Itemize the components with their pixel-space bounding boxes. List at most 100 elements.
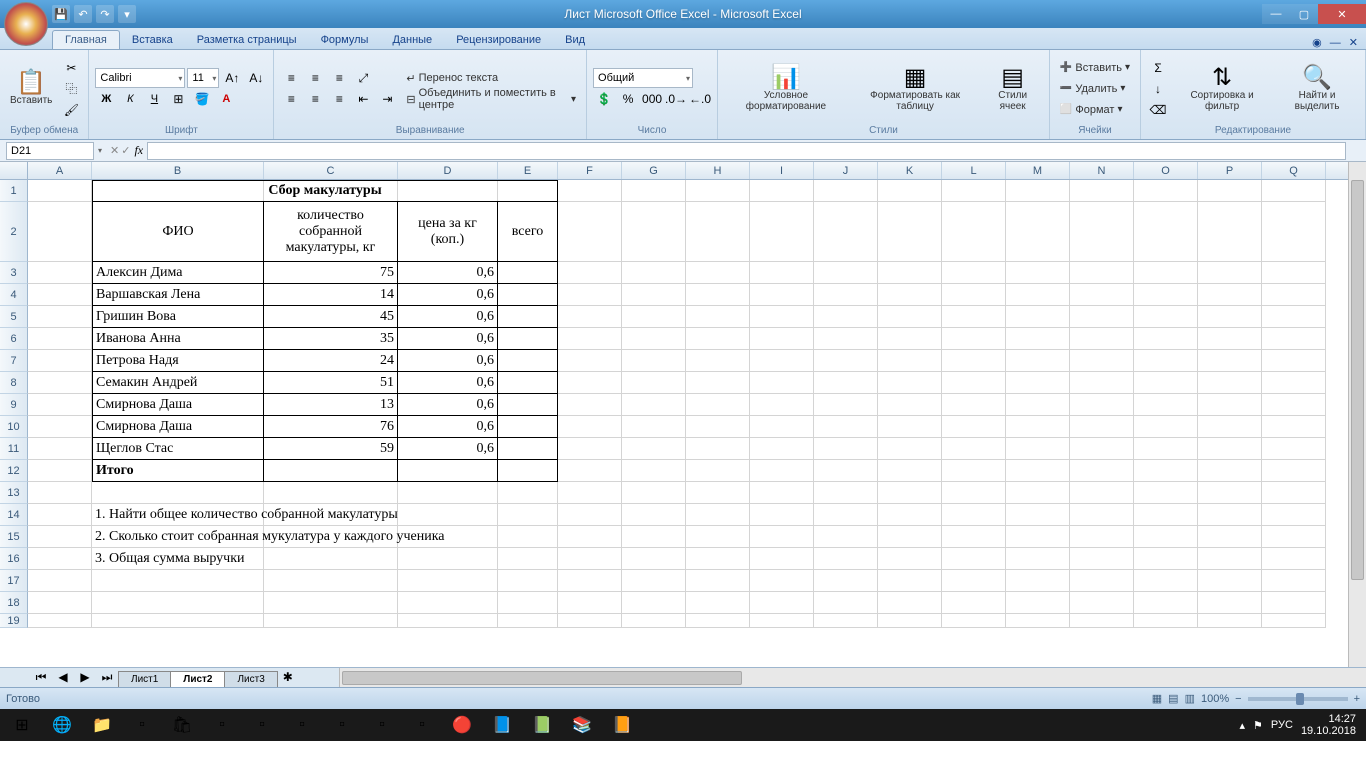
cell[interactable] [558, 592, 622, 614]
cell[interactable] [878, 438, 942, 460]
cell[interactable] [498, 614, 558, 628]
cell[interactable] [1134, 526, 1198, 548]
font-name-combo[interactable]: Calibri [95, 68, 185, 88]
tab-review[interactable]: Рецензирование [444, 31, 553, 49]
cell[interactable] [622, 262, 686, 284]
cell[interactable]: цена за кг (коп.) [398, 202, 498, 262]
cell[interactable] [28, 202, 92, 262]
cell[interactable] [814, 328, 878, 350]
cell[interactable] [622, 328, 686, 350]
cell[interactable] [1262, 284, 1326, 306]
cell[interactable] [1262, 526, 1326, 548]
cell[interactable] [686, 394, 750, 416]
cell[interactable] [750, 284, 814, 306]
vertical-scrollbar[interactable] [1348, 162, 1366, 667]
cell[interactable] [622, 548, 686, 570]
cell[interactable] [814, 202, 878, 262]
cell[interactable] [622, 438, 686, 460]
cell[interactable] [558, 438, 622, 460]
cell[interactable] [878, 180, 942, 202]
number-format-combo[interactable]: Общий [593, 68, 693, 88]
cell[interactable] [28, 262, 92, 284]
font-color-icon[interactable]: A [215, 89, 237, 109]
cell[interactable] [1198, 526, 1262, 548]
cell[interactable] [1134, 262, 1198, 284]
row-header[interactable]: 13 [0, 482, 28, 504]
format-cells-button[interactable]: ⬜ Формат ▾ [1056, 100, 1134, 120]
cell[interactable] [498, 394, 558, 416]
save-icon[interactable]: 💾 [52, 5, 70, 23]
align-left-icon[interactable]: ≡ [280, 89, 302, 109]
cell[interactable] [622, 504, 686, 526]
cell[interactable] [1198, 416, 1262, 438]
cell[interactable] [686, 504, 750, 526]
row-header[interactable]: 17 [0, 570, 28, 592]
cell[interactable] [28, 482, 92, 504]
cell[interactable] [1070, 482, 1134, 504]
cell[interactable] [498, 262, 558, 284]
prev-sheet-icon[interactable]: ◀ [52, 667, 74, 687]
cell[interactable] [750, 482, 814, 504]
cell[interactable] [264, 548, 398, 570]
cell[interactable] [942, 350, 1006, 372]
cell[interactable] [878, 548, 942, 570]
cell[interactable] [1134, 570, 1198, 592]
qat-dropdown-icon[interactable]: ▾ [118, 5, 136, 23]
cell[interactable] [686, 548, 750, 570]
column-header[interactable]: B [92, 162, 264, 179]
cell[interactable] [750, 416, 814, 438]
column-header[interactable]: P [1198, 162, 1262, 179]
zoom-out-icon[interactable]: − [1235, 693, 1241, 705]
cell[interactable] [878, 592, 942, 614]
cell[interactable]: 0,6 [398, 394, 498, 416]
cell[interactable] [398, 504, 498, 526]
row-header[interactable]: 8 [0, 372, 28, 394]
cell[interactable] [558, 504, 622, 526]
taskbar-word-icon[interactable]: 📘 [482, 711, 522, 739]
view-layout-icon[interactable]: ▤ [1168, 692, 1178, 705]
cell[interactable] [942, 526, 1006, 548]
cell[interactable]: 0,6 [398, 416, 498, 438]
cell[interactable] [92, 592, 264, 614]
cell[interactable] [1134, 416, 1198, 438]
cell[interactable] [264, 614, 398, 628]
cell[interactable] [878, 306, 942, 328]
row-header[interactable]: 19 [0, 614, 28, 628]
row-header[interactable]: 14 [0, 504, 28, 526]
enter-formula-icon[interactable]: ✓ [121, 144, 130, 157]
format-painter-icon[interactable]: 🖌 [60, 100, 82, 120]
cell-styles-button[interactable]: ▤Стили ячеек [982, 52, 1043, 125]
cell[interactable] [28, 284, 92, 306]
cell[interactable] [878, 504, 942, 526]
fill-icon[interactable]: ↓ [1147, 79, 1169, 99]
cell[interactable] [750, 262, 814, 284]
cell[interactable]: 76 [264, 416, 398, 438]
horizontal-scrollbar[interactable] [339, 668, 1366, 687]
cell[interactable] [1262, 262, 1326, 284]
cell[interactable] [1134, 592, 1198, 614]
cell[interactable] [1006, 460, 1070, 482]
cell[interactable] [1070, 614, 1134, 628]
taskbar-powerpoint-icon[interactable]: 📙 [602, 711, 642, 739]
view-pagebreak-icon[interactable]: ▥ [1185, 692, 1195, 705]
cell[interactable] [878, 262, 942, 284]
cell[interactable] [558, 284, 622, 306]
cell[interactable] [558, 394, 622, 416]
cell[interactable] [1134, 350, 1198, 372]
cell[interactable] [878, 202, 942, 262]
align-top-icon[interactable]: ≡ [280, 68, 302, 88]
clear-icon[interactable]: ⌫ [1147, 100, 1169, 120]
cell[interactable] [1006, 504, 1070, 526]
cell[interactable] [498, 592, 558, 614]
zoom-slider[interactable] [1248, 697, 1348, 701]
column-header[interactable]: O [1134, 162, 1198, 179]
cell[interactable]: 0,6 [398, 438, 498, 460]
cell[interactable] [622, 284, 686, 306]
cell[interactable]: 0,6 [398, 284, 498, 306]
new-sheet-icon[interactable]: ✱ [277, 667, 299, 687]
cell[interactable] [498, 372, 558, 394]
cell[interactable] [1262, 372, 1326, 394]
cell[interactable] [942, 416, 1006, 438]
help-icon[interactable]: ◉ [1312, 36, 1322, 49]
cell[interactable] [92, 482, 264, 504]
